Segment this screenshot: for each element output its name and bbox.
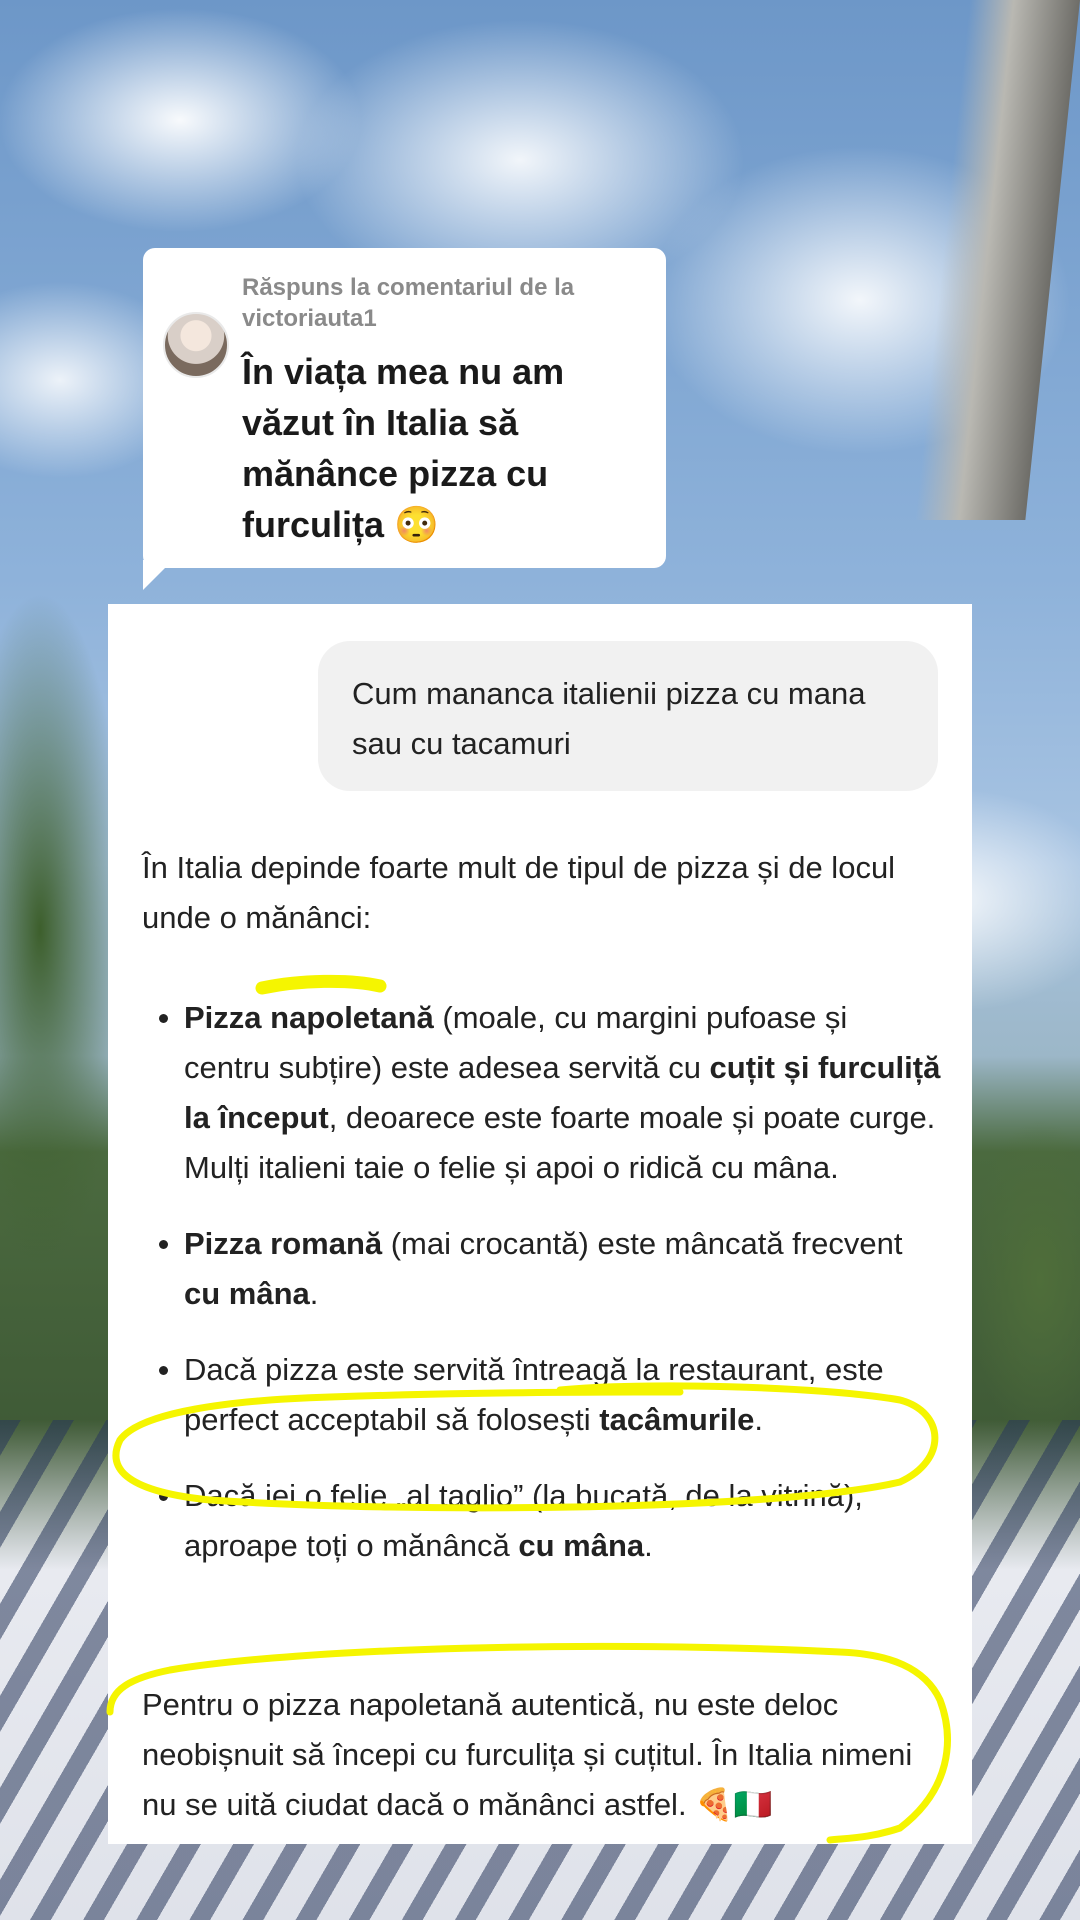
comment-reply-tail xyxy=(143,560,173,590)
reply-label: Răspuns la comentariul de la victoriauta… xyxy=(242,274,575,332)
commenter-avatar[interactable] xyxy=(163,312,229,378)
bullet-item-restaurant: Dacă pizza este servită întreagă la rest… xyxy=(142,1345,942,1445)
answer-bullet-list: Pizza napoletană (moale, cu margini pufo… xyxy=(142,993,942,1597)
bullet-item-napoletana: Pizza napoletană (moale, cu margini pufo… xyxy=(142,993,942,1193)
user-question-bubble: Cum mananca italienii pizza cu mana sau … xyxy=(318,641,938,791)
bullet-item-romana: Pizza romană (mai crocantă) este mâncată… xyxy=(142,1219,942,1319)
answer-conclusion: Pentru o pizza napoletană autentică, nu … xyxy=(142,1687,913,1822)
reply-comment-text: În viața mea nu am văzut în Italia să mă… xyxy=(242,351,565,545)
answer-intro: În Italia depinde foarte mult de tipul d… xyxy=(142,850,896,935)
bullet-item-al-taglio: Dacă iei o felie „al taglio” (la bucată,… xyxy=(142,1471,942,1571)
